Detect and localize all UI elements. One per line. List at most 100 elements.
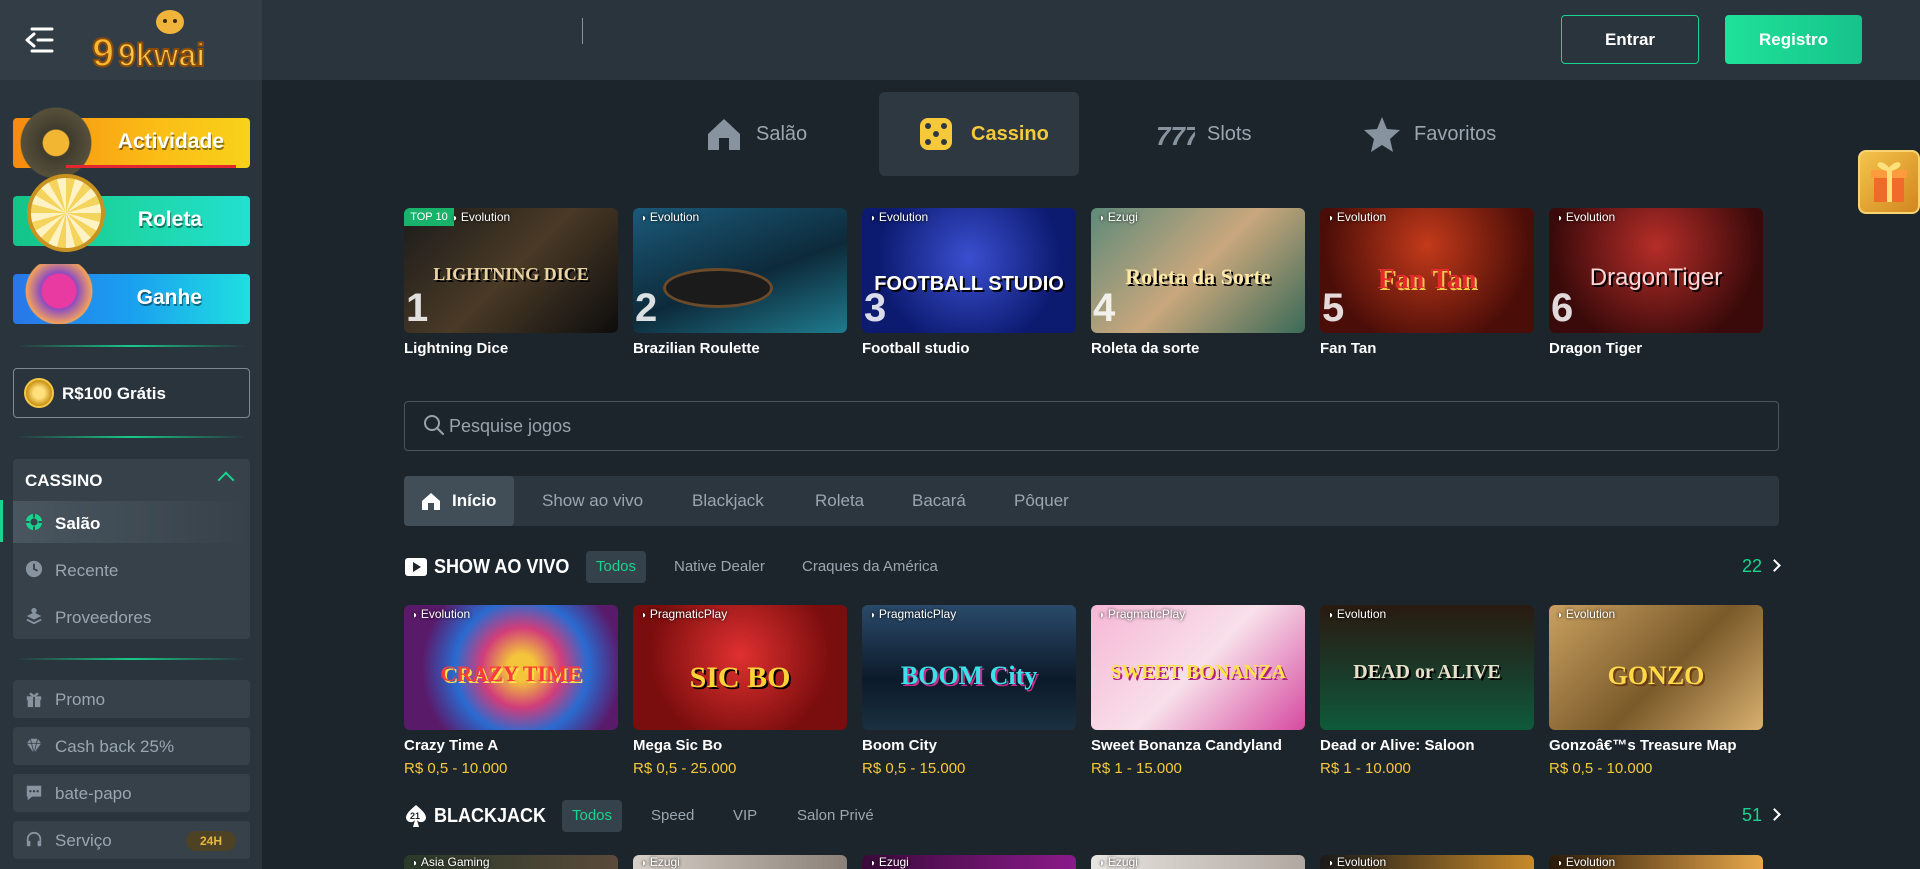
dice-icon — [920, 118, 952, 150]
game-thumbnail: Ezugi — [862, 855, 1076, 869]
777-icon: 777 — [1156, 121, 1195, 151]
sidebar-item-label: Recente — [55, 561, 119, 580]
game-card-blackjack[interactable]: Evolution — [1549, 855, 1763, 869]
service-button[interactable]: Serviço 24H — [13, 821, 250, 859]
category-tab-show-ao-vivo[interactable]: Show ao vivo — [542, 476, 643, 526]
filter-chip-native-dealer[interactable]: Native Dealer — [664, 551, 775, 583]
provider-label: Ezugi — [870, 855, 909, 869]
game-thumbnail: Evolution Fan Tan 5 — [1320, 208, 1534, 333]
game-card-gonzo[interactable]: Evolution GONZO Gonzoâ€™s Treasure Map R… — [1549, 605, 1763, 777]
game-card-dragon-tiger[interactable]: Evolution DragonTiger 6 Dragon Tiger — [1549, 208, 1763, 357]
home-icon — [422, 493, 440, 510]
search-input[interactable] — [449, 402, 1749, 450]
game-card-blackjack[interactable]: Ezugi — [1091, 855, 1305, 869]
tab-favoritos[interactable]: Favoritos — [1362, 92, 1512, 176]
active-indicator — [0, 500, 3, 542]
24h-badge: 24H — [186, 831, 236, 851]
game-art-title: LIGHTNING DICE — [433, 264, 589, 285]
provider-label: PragmaticPlay — [1099, 607, 1185, 621]
promo-actividade-banner[interactable]: Actividade — [13, 100, 250, 178]
section-header-show-ao-vivo: SHOW AO VIVO Todos Native Dealer Craques… — [404, 551, 1781, 583]
top10-badge: TOP 10 — [404, 208, 454, 226]
chat-button[interactable]: bate-papo — [13, 774, 250, 812]
section-header-blackjack: 21 BLACKJACK Todos Speed VIP Salon Privé… — [404, 800, 1781, 832]
game-thumbnail: Evolution — [1549, 855, 1763, 869]
tab-cassino[interactable]: Cassino — [879, 92, 1079, 176]
filter-chip-salon-prive[interactable]: Salon Privé — [787, 800, 884, 832]
promo-ganhe-banner[interactable]: Ganhe — [13, 264, 250, 324]
home-icon — [708, 119, 740, 150]
floating-gift-icon[interactable] — [1858, 150, 1920, 214]
game-card-brazilian-roulette[interactable]: Evolution 2 Brazilian Roulette — [633, 208, 847, 357]
game-card-blackjack[interactable]: Evolution — [1320, 855, 1534, 869]
game-card-mega-sic-bo[interactable]: PragmaticPlay SIC BO Mega Sic Bo R$ 0,5 … — [633, 605, 847, 777]
promo-label: Promo — [55, 690, 106, 709]
chat-icon — [26, 785, 42, 801]
section-count-link[interactable]: 51 — [1742, 805, 1781, 826]
promo-roleta-banner[interactable]: Roleta — [13, 174, 250, 252]
game-thumbnail: Evolution DragonTiger 6 — [1549, 208, 1763, 333]
game-card-sweet-bonanza[interactable]: PragmaticPlay SWEET BONANZA Sweet Bonanz… — [1091, 605, 1305, 777]
game-art-title: CRAZY TIME — [440, 661, 582, 687]
menu-toggle-icon[interactable] — [22, 24, 56, 56]
category-tab-blackjack[interactable]: Blackjack — [692, 476, 764, 526]
chevron-right-icon — [1768, 559, 1781, 572]
tab-label: Slots — [1207, 123, 1252, 145]
rank-number: 3 — [864, 286, 887, 330]
game-thumbnail: Evolution FOOTBALL STUDIO 3 — [862, 208, 1076, 333]
svg-text:9: 9 — [92, 31, 114, 74]
promo-button[interactable]: Promo — [13, 680, 250, 718]
sidebar-item-recente[interactable]: Recente — [13, 548, 250, 590]
game-card-roleta-da-sorte[interactable]: Ezugi Roleta da Sorte 4 Roleta da sorte — [1091, 208, 1305, 357]
game-art-title: Roleta da Sorte — [1125, 264, 1271, 290]
category-tab-poquer[interactable]: Pôquer — [1014, 476, 1069, 526]
game-thumbnail: Evolution — [1320, 855, 1534, 869]
game-card-crazy-time[interactable]: Evolution CRAZY TIME Crazy Time A R$ 0,5… — [404, 605, 618, 777]
tab-salao[interactable]: Salão — [700, 92, 825, 176]
chevron-up-icon — [217, 471, 235, 489]
filter-chip-vip[interactable]: VIP — [723, 800, 767, 832]
game-card-dead-or-alive[interactable]: Evolution DEAD or ALIVE Dead or Alive: S… — [1320, 605, 1534, 777]
game-card-blackjack[interactable]: Ezugi — [862, 855, 1076, 869]
section-count-link[interactable]: 22 — [1742, 556, 1781, 577]
category-tab-roleta[interactable]: Roleta — [815, 476, 864, 526]
cashback-button[interactable]: Cash back 25% — [13, 727, 250, 765]
filter-chip-todos[interactable]: Todos — [586, 551, 647, 583]
game-name: Sweet Bonanza Candyland — [1091, 737, 1282, 754]
tab-slots[interactable]: 777 Slots — [1155, 92, 1275, 176]
provider-label: PragmaticPlay — [870, 607, 956, 621]
game-card-blackjack[interactable]: Ezugi — [633, 855, 847, 869]
game-art-title: SWEET BONANZA — [1110, 661, 1286, 684]
filter-chip-craques[interactable]: Craques da América — [792, 551, 948, 583]
game-card-blackjack[interactable]: Asia Gaming — [404, 855, 618, 869]
game-card-fan-tan[interactable]: Evolution Fan Tan 5 Fan Tan — [1320, 208, 1534, 357]
login-button[interactable]: Entrar — [1561, 15, 1699, 64]
logo[interactable]: 9 9kwai — [88, 8, 228, 76]
category-tab-bacara[interactable]: Bacará — [912, 476, 966, 526]
game-card-football-studio[interactable]: Evolution FOOTBALL STUDIO 3 Football stu… — [862, 208, 1076, 357]
game-art-title: BOOM City — [900, 661, 1038, 691]
filter-chip-speed[interactable]: Speed — [641, 800, 704, 832]
provider-label: Ezugi — [1099, 855, 1138, 869]
cassino-collapse-toggle[interactable]: CASSINO — [13, 459, 250, 501]
game-card-boom-city[interactable]: PragmaticPlay BOOM City Boom City R$ 0,5… — [862, 605, 1076, 777]
register-button[interactable]: Registro — [1725, 15, 1862, 64]
header-divider — [582, 18, 583, 44]
sidebar-item-proveedores[interactable]: Proveedores — [13, 595, 250, 637]
promo-underline — [66, 165, 236, 168]
rank-number: 5 — [1322, 286, 1345, 330]
game-name: Dead or Alive: Saloon — [1320, 737, 1475, 754]
promo-label: Ganhe — [136, 286, 202, 309]
sidebar-item-label: Salão — [55, 514, 101, 533]
category-tab-inicio[interactable]: Início — [404, 476, 514, 526]
bonus-button[interactable]: R$100 Grátis — [13, 368, 250, 418]
game-card-lightning-dice[interactable]: TOP 10 Evolution LIGHTNING DICE 1 Lightn… — [404, 208, 618, 357]
sidebar-item-salao[interactable]: Salão — [13, 501, 250, 543]
provider-label: Evolution — [1557, 855, 1615, 869]
game-price-range: R$ 0,5 - 15.000 — [862, 760, 966, 777]
provider-label: Ezugi — [641, 855, 680, 869]
game-price-range: R$ 0,5 - 10.000 — [1549, 760, 1653, 777]
game-art-title: DEAD or ALIVE — [1353, 661, 1501, 684]
filter-chip-todos[interactable]: Todos — [562, 800, 623, 832]
game-name: Roleta da sorte — [1091, 340, 1200, 357]
